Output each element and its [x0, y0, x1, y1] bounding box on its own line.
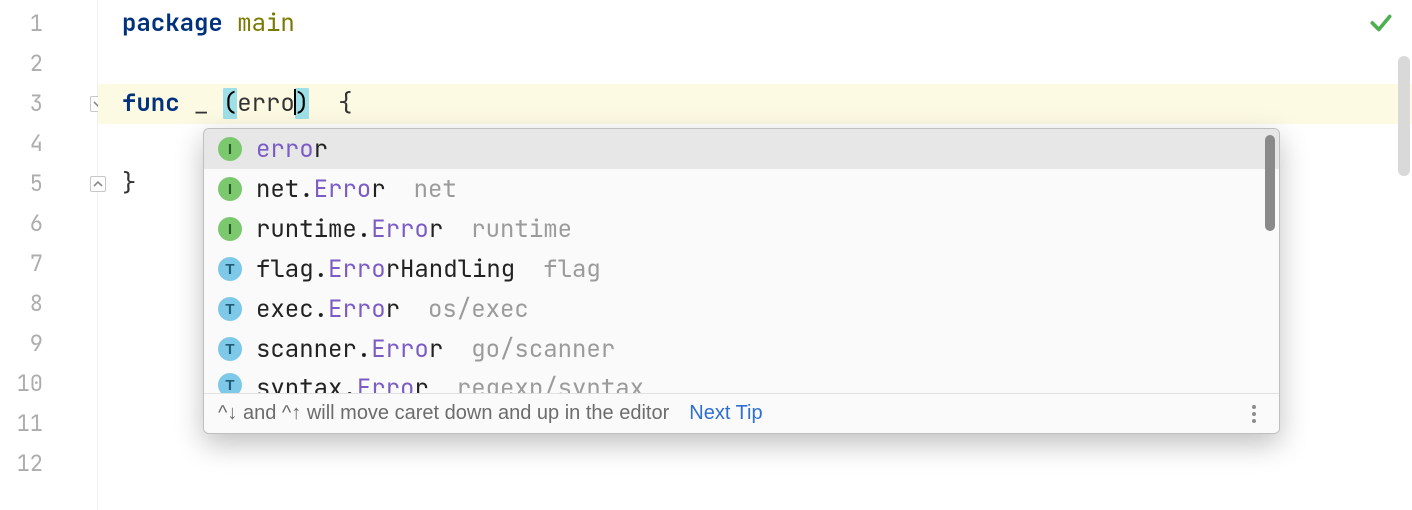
brace-close: } — [122, 168, 136, 199]
type-kind-icon: T — [218, 337, 242, 361]
completion-package: net — [414, 174, 457, 205]
interface-kind-icon: I — [218, 177, 242, 201]
code-line[interactable] — [122, 44, 1412, 84]
completion-package: go/scanner — [471, 334, 615, 365]
completion-item[interactable]: Inet.Error net — [204, 169, 1279, 209]
line-number-gutter: 1 2 3 4 5 6 7 8 9 10 11 12 — [0, 0, 98, 510]
inspection-ok-icon[interactable] — [1368, 10, 1394, 41]
keyword-func: func — [122, 88, 180, 119]
completion-label: exec.Error — [256, 294, 400, 325]
footer-hint: ^↓ and ^↑ will move caret down and up in… — [218, 402, 669, 425]
line-number: 2 — [0, 44, 97, 84]
typed-text: erro — [237, 88, 295, 119]
interface-kind-icon: I — [218, 137, 242, 161]
line-number: 4 — [0, 124, 97, 164]
code-line[interactable]: package main — [122, 4, 1412, 44]
completion-label: scanner.Error — [256, 334, 443, 365]
bracket-open: ( — [223, 88, 237, 119]
line-number: 11 — [0, 404, 97, 444]
editor-root: 1 2 3 4 5 6 7 8 9 10 11 12 package main … — [0, 0, 1412, 510]
code-line-active[interactable]: func _ (erro) { — [98, 84, 1412, 124]
completion-list[interactable]: IerrorInet.ErrornetIruntime.Errorruntime… — [204, 129, 1279, 393]
line-number: 3 — [0, 84, 97, 124]
completion-label: runtime.Error — [256, 214, 443, 245]
type-kind-icon: T — [218, 297, 242, 321]
completion-package: regexp/syntax — [457, 373, 644, 393]
line-number: 8 — [0, 284, 97, 324]
completion-item[interactable]: Tscanner.Error go/scanner — [204, 329, 1279, 369]
completion-label: net.Error — [256, 174, 386, 205]
completion-item[interactable]: Tflag.ErrorHandling flag — [204, 249, 1279, 289]
bracket-close: ) — [295, 88, 309, 119]
text-caret — [294, 89, 296, 115]
popup-scrollbar[interactable] — [1265, 135, 1275, 231]
vertical-scrollbar[interactable] — [1398, 56, 1410, 176]
completion-package: runtime — [471, 214, 572, 245]
line-number: 1 — [0, 4, 97, 44]
completion-label: flag.ErrorHandling — [256, 254, 515, 285]
completion-popup: IerrorInet.ErrornetIruntime.Errorruntime… — [203, 128, 1280, 434]
completion-item[interactable]: Texec.Error os/exec — [204, 289, 1279, 329]
package-name: main — [237, 8, 295, 39]
line-number: 12 — [0, 444, 97, 484]
line-number: 5 — [0, 164, 97, 204]
line-number: 6 — [0, 204, 97, 244]
completion-item[interactable]: Tsyntax.Error regexp/syntax — [204, 369, 1279, 393]
more-options-icon[interactable] — [1243, 403, 1265, 425]
func-name: _ — [194, 88, 208, 119]
completion-item[interactable]: Iruntime.Error runtime — [204, 209, 1279, 249]
code-line[interactable] — [122, 444, 1412, 484]
completion-item[interactable]: Ierror — [204, 129, 1279, 169]
interface-kind-icon: I — [218, 217, 242, 241]
completion-footer: ^↓ and ^↑ will move caret down and up in… — [204, 393, 1279, 433]
completion-package: os/exec — [428, 294, 529, 325]
line-number: 9 — [0, 324, 97, 364]
line-number: 7 — [0, 244, 97, 284]
completion-label: error — [256, 134, 328, 165]
completion-package: flag — [543, 254, 601, 285]
line-number: 10 — [0, 364, 97, 404]
type-kind-icon: T — [218, 373, 242, 393]
brace-open: { — [338, 88, 352, 119]
keyword-package: package — [122, 8, 223, 39]
completion-label: syntax.Error — [256, 373, 429, 393]
next-tip-link[interactable]: Next Tip — [689, 402, 762, 425]
type-kind-icon: T — [218, 257, 242, 281]
